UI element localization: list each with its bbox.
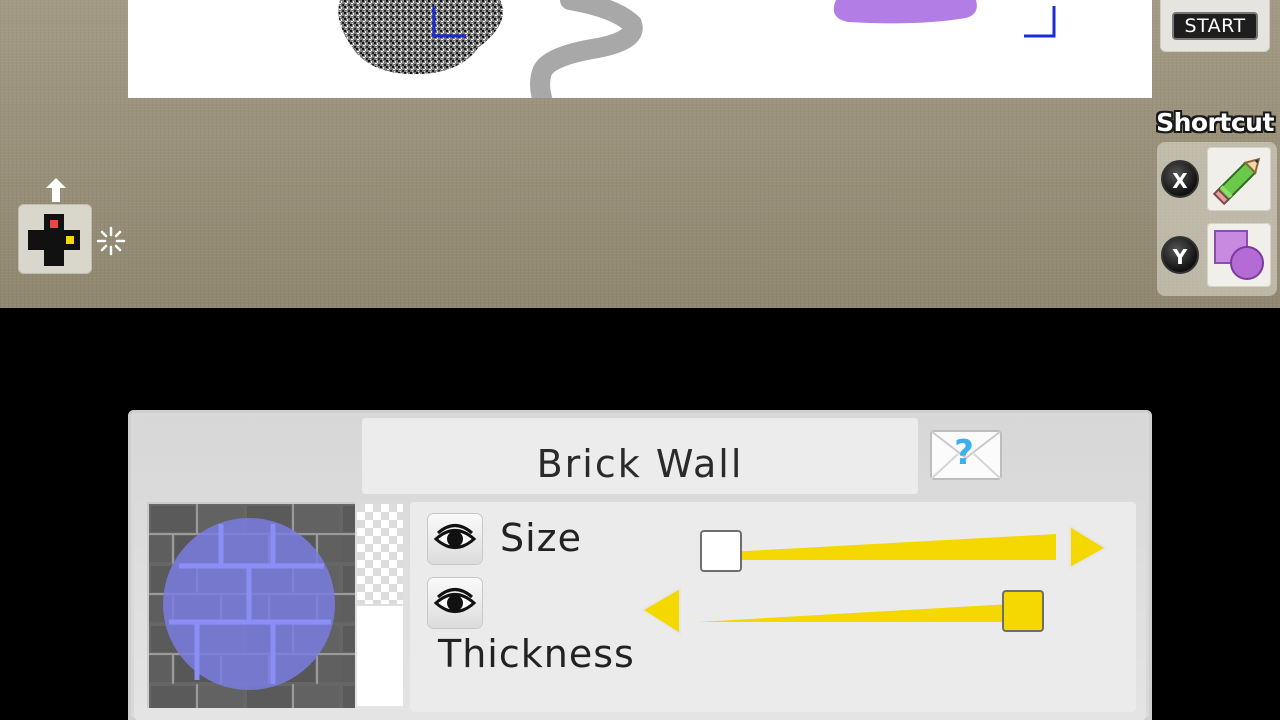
title-tab: Brick Wall	[362, 418, 918, 494]
start-label: START	[1172, 12, 1258, 40]
thickness-slider-handle[interactable]	[1002, 590, 1044, 632]
x-button-icon: X	[1161, 160, 1199, 198]
dpad-icon	[28, 214, 80, 266]
size-slider[interactable]	[700, 520, 1116, 572]
shortcut-x[interactable]: X	[1157, 144, 1277, 214]
help-envelope-icon: ?	[930, 430, 1002, 480]
panel-inner: Brick Wall ? Size Thickness	[134, 416, 1146, 720]
size-visibility-toggle[interactable]	[428, 514, 482, 564]
thickness-slider[interactable]	[638, 582, 1058, 638]
start-button[interactable]: START	[1160, 0, 1270, 52]
thickness-slider-track	[640, 586, 1010, 636]
drawing-canvas[interactable]	[128, 0, 1152, 98]
brush-preview	[147, 502, 403, 708]
top-screen: START Shortcut X Y	[0, 0, 1280, 308]
thickness-visibility-toggle[interactable]	[428, 578, 482, 628]
purple-brush-stroke	[833, 0, 977, 24]
selection-corner-icon	[1024, 6, 1056, 38]
svg-text:?: ?	[954, 433, 974, 473]
sparkle-icon	[96, 226, 126, 256]
brick-preview-image	[149, 504, 355, 708]
noise-brush-stroke	[338, 0, 504, 75]
y-button-icon: Y	[1161, 236, 1199, 274]
shortcut-panel: X Y	[1157, 142, 1277, 296]
thickness-label: Thickness	[438, 632, 635, 676]
eye-icon	[433, 588, 477, 613]
white-swatch	[357, 606, 403, 706]
shapes-icon[interactable]	[1207, 223, 1271, 287]
shortcut-y[interactable]: Y	[1157, 220, 1277, 290]
up-arrow-icon	[46, 178, 66, 202]
tool-settings-panel: Brick Wall ? Size Thickness	[128, 410, 1152, 720]
size-slider-handle[interactable]	[700, 530, 742, 572]
eye-icon	[433, 524, 477, 549]
gray-brush-stroke	[530, 0, 643, 98]
size-label: Size	[500, 516, 583, 560]
size-slider-track	[728, 524, 1108, 570]
pencil-icon[interactable]	[1207, 147, 1271, 211]
sliders-area: Size Thickness	[410, 502, 1136, 712]
tool-name: Brick Wall	[536, 442, 744, 486]
help-button[interactable]: ?	[928, 428, 1004, 484]
dpad-button[interactable]	[18, 204, 92, 274]
shortcut-title: Shortcut	[1156, 108, 1274, 137]
transparent-swatch	[357, 504, 403, 604]
